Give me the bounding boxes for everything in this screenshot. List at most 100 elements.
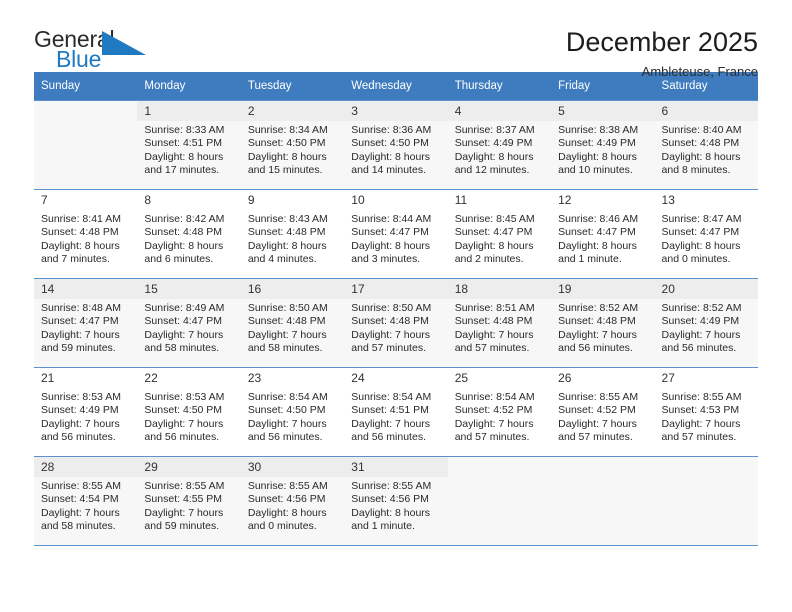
day-detail-line: Sunrise: 8:55 AM — [144, 480, 225, 492]
day-detail-text: Sunrise: 8:53 AM Sunset: 4:49 PM Daylight:… — [34, 388, 137, 445]
calendar-day-cell[interactable]: 7 Sunrise: 8:41 AM Sunset: 4:48 PM Daylight… — [34, 189, 138, 279]
calendar-day-cell[interactable]: 30 Sunrise: 8:55 AM Sunset: 4:56 PM Dayligh… — [240, 456, 345, 546]
day-detail-line: and 59 minutes. — [144, 520, 220, 533]
day-detail-line: Sunset: 4:48 PM — [558, 315, 636, 328]
calendar-day-cell[interactable]: 11 Sunrise: 8:45 AM Sunset: 4:47 PM Dayligh… — [447, 189, 552, 279]
day-detail-line: Daylight: 7 hours — [351, 328, 431, 341]
calendar-day-cell[interactable]: 22 Sunrise: 8:53 AM Sunset: 4:50 PM Dayligh… — [137, 367, 241, 457]
day-detail-line: Sunset: 4:47 PM — [144, 315, 223, 328]
calendar-day-cell[interactable]: 31 Sunrise: 8:55 AM Sunset: 4:56 PM Dayligh… — [344, 456, 448, 546]
day-detail-text: Sunrise: 8:33 AM Sunset: 4:51 PM Daylight:… — [137, 121, 240, 178]
day-detail-line: Sunset: 4:48 PM — [661, 137, 740, 150]
day-detail-text: Sunrise: 8:47 AM Sunset: 4:47 PM Daylight:… — [655, 210, 758, 267]
day-number — [551, 457, 654, 477]
calendar-day-cell[interactable]: 9 Sunrise: 8:43 AM Sunset: 4:48 PM Daylight… — [240, 189, 345, 279]
calendar-table: Sunday Monday Tuesday Wednesday Thursday Frid… — [34, 72, 758, 546]
calendar-day-cell[interactable]: 1 Sunrise: 8:33 AM Sunset: 4:51 PM Daylight… — [137, 100, 241, 190]
day-detail-line: Sunset: 4:51 PM — [351, 404, 429, 417]
page-title: December 2025 — [565, 27, 758, 57]
calendar-day-cell[interactable]: 14 Sunrise: 8:48 AM Sunset: 4:47 PM Dayligh… — [34, 278, 138, 368]
calendar-day-cell[interactable]: 26 Sunrise: 8:55 AM Sunset: 4:52 PM Dayligh… — [551, 367, 655, 457]
calendar-day-cell[interactable]: 27 Sunrise: 8:55 AM Sunset: 4:53 PM Dayligh… — [654, 367, 758, 457]
day-detail-line: Sunset: 4:50 PM — [247, 137, 326, 150]
day-detail-line: and 2 minutes. — [454, 253, 524, 266]
calendar-day-cell[interactable]: 20 Sunrise: 8:52 AM Sunset: 4:49 PM Dayligh… — [654, 278, 758, 368]
day-number: 26 — [551, 368, 655, 388]
calendar-day-cell[interactable]: 15 Sunrise: 8:49 AM Sunset: 4:47 PM Dayligh… — [137, 278, 241, 368]
calendar-day-cell[interactable]: 4 Sunrise: 8:37 AM Sunset: 4:49 PM Daylight… — [447, 100, 552, 190]
brand-logo[interactable]: General Blue — [34, 26, 154, 74]
day-detail-line: Sunset: 4:51 PM — [144, 137, 223, 150]
calendar-day-cell[interactable]: 13 Sunrise: 8:47 AM Sunset: 4:47 PM Dayligh… — [654, 189, 758, 279]
calendar-day-cell[interactable]: 6 Sunrise: 8:40 AM Sunset: 4:48 PM Daylight… — [654, 100, 758, 190]
calendar-day-cell[interactable]: 2 Sunrise: 8:34 AM Sunset: 4:50 PM Daylight… — [240, 100, 345, 190]
day-detail-line: and 6 minutes. — [144, 253, 214, 266]
calendar-day-cell[interactable]: 5 Sunrise: 8:38 AM Sunset: 4:49 PM Daylight… — [551, 100, 655, 190]
day-detail-line: Sunrise: 8:54 AM — [247, 391, 328, 403]
day-detail-line: Daylight: 7 hours — [247, 328, 327, 341]
day-number: 31 — [344, 457, 448, 477]
calendar-day-cell[interactable]: 16 Sunrise: 8:50 AM Sunset: 4:48 PM Dayligh… — [240, 278, 345, 368]
day-number: 13 — [654, 190, 758, 210]
day-detail-text: Sunrise: 8:41 AM Sunset: 4:48 PM Daylight:… — [34, 210, 137, 267]
calendar-day-cell[interactable]: 12 Sunrise: 8:46 AM Sunset: 4:47 PM Dayligh… — [551, 189, 655, 279]
day-number: 3 — [344, 101, 448, 121]
day-detail-line: Sunset: 4:47 PM — [454, 226, 533, 239]
day-detail-line: Sunrise: 8:43 AM — [247, 213, 328, 225]
calendar-day-cell[interactable]: 29 Sunrise: 8:55 AM Sunset: 4:55 PM Dayligh… — [137, 456, 241, 546]
day-detail-line: and 56 minutes. — [41, 431, 116, 444]
day-detail-line: Sunrise: 8:40 AM — [661, 124, 742, 136]
day-detail-line: Sunrise: 8:45 AM — [454, 213, 535, 225]
calendar-day-cell[interactable]: 10 Sunrise: 8:44 AM Sunset: 4:47 PM Dayligh… — [344, 189, 448, 279]
day-number: 7 — [34, 190, 138, 210]
day-detail-text: Sunrise: 8:44 AM Sunset: 4:47 PM Daylight:… — [344, 210, 447, 267]
day-detail-line: Daylight: 8 hours — [41, 239, 120, 252]
day-detail-line: Sunrise: 8:42 AM — [144, 213, 225, 225]
day-detail-line: Sunset: 4:48 PM — [351, 315, 429, 328]
day-detail-text: Sunrise: 8:36 AM Sunset: 4:50 PM Daylight:… — [344, 121, 447, 178]
day-detail-line: Sunrise: 8:52 AM — [558, 302, 639, 314]
calendar-day-cell[interactable]: 18 Sunrise: 8:51 AM Sunset: 4:48 PM Dayligh… — [447, 278, 552, 368]
calendar-day-cell[interactable]: 23 Sunrise: 8:54 AM Sunset: 4:50 PM Dayligh… — [240, 367, 345, 457]
page-header: General Blue December 2025 Ambleteuse, F… — [34, 0, 758, 79]
day-detail-line: Sunrise: 8:36 AM — [351, 124, 432, 136]
calendar-day-cell[interactable]: 3 Sunrise: 8:36 AM Sunset: 4:50 PM Daylight… — [344, 100, 448, 190]
calendar-day-cell[interactable]: 28 Sunrise: 8:55 AM Sunset: 4:54 PM Dayligh… — [34, 456, 138, 546]
calendar-week-row: 21 Sunrise: 8:53 AM Sunset: 4:49 PM Dayligh… — [34, 367, 758, 457]
day-number: 30 — [240, 457, 345, 477]
calendar-day-cell[interactable]: 21 Sunrise: 8:53 AM Sunset: 4:49 PM Dayligh… — [34, 367, 138, 457]
day-detail-text: Sunrise: 8:52 AM Sunset: 4:49 PM Daylight:… — [655, 299, 758, 356]
calendar-day-cell[interactable]: 8 Sunrise: 8:42 AM Sunset: 4:48 PM Daylight… — [137, 189, 241, 279]
day-number: 11 — [447, 190, 552, 210]
day-number: 28 — [34, 457, 138, 477]
day-detail-line: Daylight: 7 hours — [144, 417, 224, 430]
day-detail-line: Sunset: 4:47 PM — [558, 226, 636, 239]
day-detail-line: and 58 minutes. — [144, 342, 220, 355]
day-detail-line: and 57 minutes. — [558, 431, 633, 444]
day-detail-line: and 1 minute. — [558, 253, 622, 266]
day-detail-text: Sunrise: 8:43 AM Sunset: 4:48 PM Daylight:… — [241, 210, 344, 267]
day-detail-line: Daylight: 8 hours — [351, 239, 431, 252]
day-detail-line: Daylight: 8 hours — [247, 239, 327, 252]
day-detail-text: Sunrise: 8:54 AM Sunset: 4:50 PM Daylight:… — [241, 388, 344, 445]
day-detail-text: Sunrise: 8:55 AM Sunset: 4:55 PM Daylight:… — [137, 477, 240, 534]
day-detail-line: Sunrise: 8:53 AM — [41, 391, 121, 403]
calendar-day-cell[interactable]: 17 Sunrise: 8:50 AM Sunset: 4:48 PM Dayligh… — [344, 278, 448, 368]
day-detail-line: Sunrise: 8:55 AM — [247, 480, 328, 492]
calendar-day-cell[interactable]: 25 Sunrise: 8:54 AM Sunset: 4:52 PM Dayligh… — [447, 367, 552, 457]
day-detail-text: Sunrise: 8:51 AM Sunset: 4:48 PM Daylight:… — [448, 299, 551, 356]
day-number: 1 — [137, 101, 241, 121]
calendar-body: 1 Sunrise: 8:33 AM Sunset: 4:51 PM Daylight… — [34, 100, 758, 546]
day-detail-line: and 3 minutes. — [351, 253, 421, 266]
calendar-day-cell[interactable]: 24 Sunrise: 8:54 AM Sunset: 4:51 PM Dayligh… — [344, 367, 448, 457]
calendar-day-cell[interactable]: 19 Sunrise: 8:52 AM Sunset: 4:48 PM Dayligh… — [551, 278, 655, 368]
day-detail-text: Sunrise: 8:55 AM Sunset: 4:53 PM Daylight:… — [655, 388, 758, 445]
day-detail-line: Daylight: 8 hours — [661, 239, 741, 252]
day-detail-line: and 57 minutes. — [454, 342, 530, 355]
day-detail-line: Sunset: 4:50 PM — [247, 404, 326, 417]
day-detail-text: Sunrise: 8:55 AM Sunset: 4:56 PM Daylight:… — [241, 477, 344, 534]
day-detail-text: Sunrise: 8:42 AM Sunset: 4:48 PM Daylight:… — [137, 210, 240, 267]
day-detail-line: Sunrise: 8:52 AM — [661, 302, 742, 314]
day-detail-line: and 56 minutes. — [661, 342, 737, 355]
day-detail-line: Daylight: 7 hours — [351, 417, 431, 430]
